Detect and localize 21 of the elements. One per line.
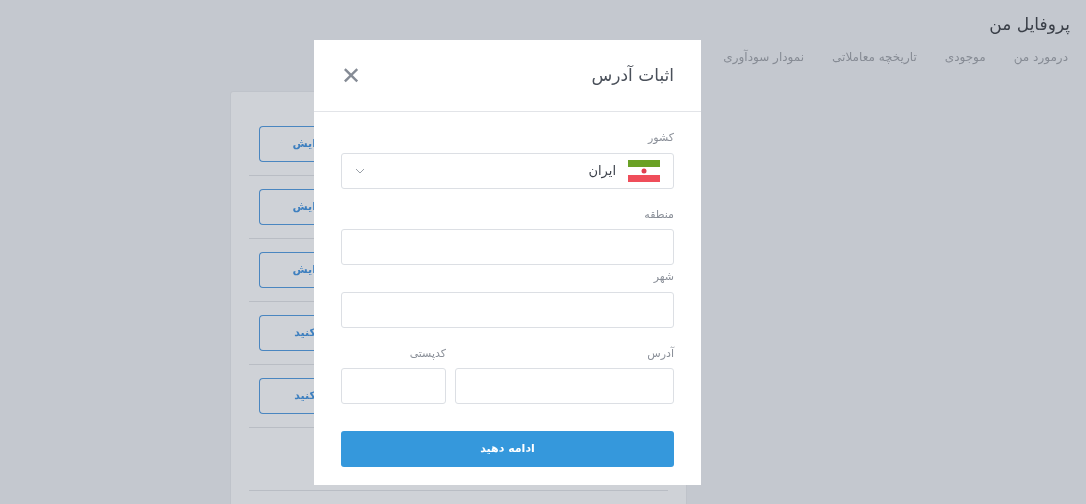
field-label: کدپستی xyxy=(409,345,446,362)
input-field[interactable] xyxy=(341,291,674,328)
flag-icon xyxy=(628,159,660,182)
field-label: کشور xyxy=(647,130,674,146)
profile-tab[interactable]: درمورد من xyxy=(1013,47,1068,66)
close-button[interactable]: ✕ xyxy=(341,63,362,88)
input-field[interactable] xyxy=(455,368,674,404)
field-label: شهر xyxy=(653,269,674,285)
input-field[interactable] xyxy=(341,229,674,265)
page-title: پروفایل من xyxy=(989,13,1070,37)
profile-tab[interactable]: تاریخچه معاملاتی xyxy=(832,47,917,66)
profile-tab[interactable]: موجودی xyxy=(944,47,986,66)
modal-title: اثبات آدرس xyxy=(591,63,674,87)
field-label: منطقه xyxy=(644,206,674,223)
country-select[interactable]: ایران xyxy=(341,152,674,189)
input-field[interactable] xyxy=(341,368,446,404)
profile-tab[interactable]: نمودار سودآوری xyxy=(723,47,805,66)
select-value: ایران xyxy=(588,161,616,181)
field-label: آدرس xyxy=(647,345,674,362)
chevron-down-icon xyxy=(355,167,365,174)
submit-button[interactable]: ادامه دهید xyxy=(341,431,674,467)
